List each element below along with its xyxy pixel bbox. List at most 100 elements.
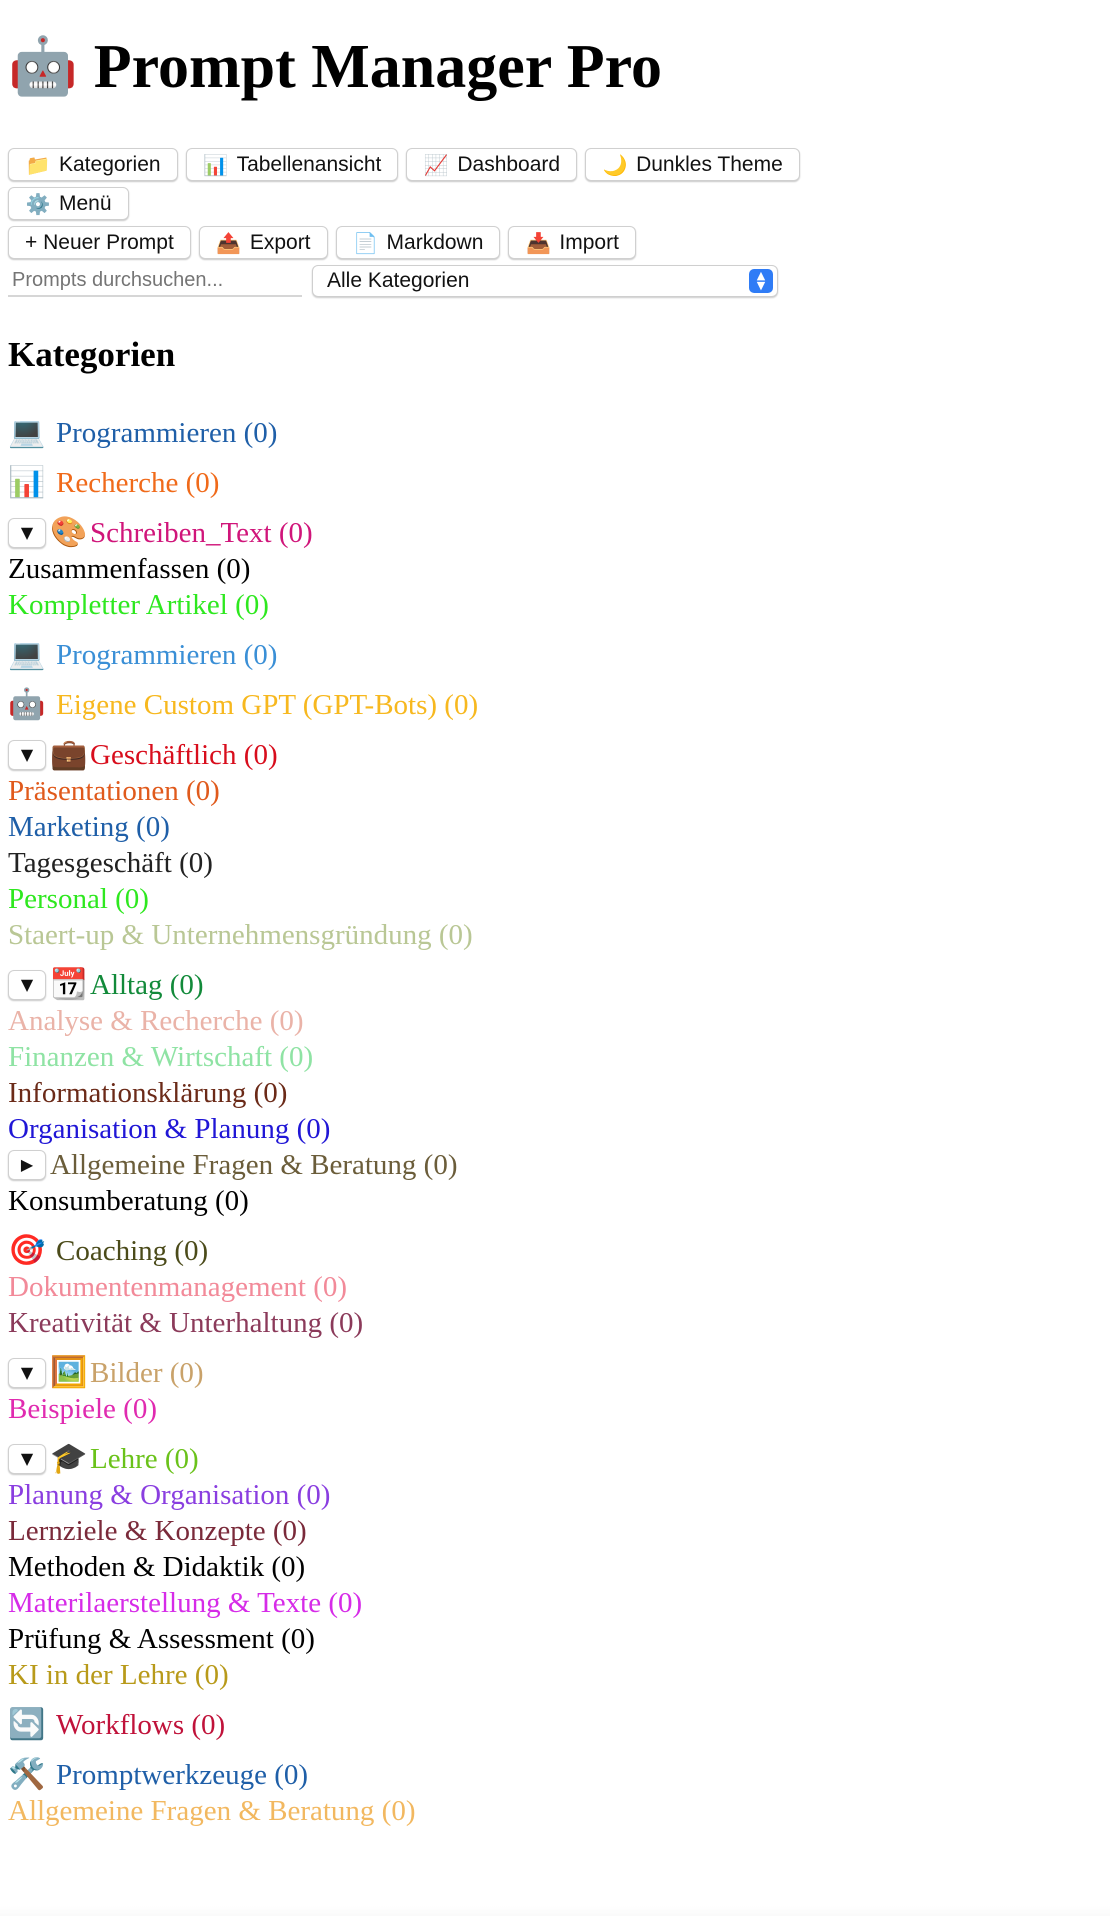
- subcategory-item[interactable]: Beispiele (0): [8, 1391, 1102, 1427]
- category-label: Allgemeine Fragen & Beratung (0): [8, 1795, 416, 1827]
- robot-icon: 🤖: [8, 687, 46, 722]
- bottom-fade: [0, 1906, 1110, 1916]
- table-view-label: Tabellenansicht: [236, 152, 382, 176]
- graduation-cap-icon: 🎓: [50, 1441, 88, 1476]
- gear-icon: ⚙️: [25, 191, 51, 216]
- category-item[interactable]: ▼ 🖼️ Bilder (0): [8, 1355, 1102, 1391]
- subcategory-item[interactable]: Planung & Organisation (0): [8, 1477, 1102, 1513]
- subcategory-item[interactable]: Marketing (0): [8, 809, 1102, 845]
- category-label: Konsumberatung (0): [8, 1185, 249, 1217]
- main-toolbar: 📁 Kategorien 📊 Tabellenansicht 📈 Dashboard 🌙 Du…: [8, 148, 888, 226]
- category-label: Bilder (0): [90, 1357, 204, 1389]
- subcategory-item[interactable]: Kompletter Artikel (0): [8, 587, 1102, 623]
- category-item[interactable]: 🔄 Workflows (0): [8, 1707, 1102, 1743]
- category-item[interactable]: 📊 Recherche (0): [8, 465, 1102, 501]
- subcategory-item[interactable]: Allgemeine Fragen & Beratung (0): [8, 1793, 1102, 1829]
- subcategory-item[interactable]: Präsentationen (0): [8, 773, 1102, 809]
- new-prompt-label: + Neuer Prompt: [25, 230, 174, 254]
- category-label: Planung & Organisation (0): [8, 1479, 331, 1511]
- menu-button[interactable]: ⚙️ Menü: [8, 187, 129, 220]
- category-label: Präsentationen (0): [8, 775, 220, 807]
- category-label: Marketing (0): [8, 811, 170, 843]
- category-label: Programmieren (0): [56, 417, 278, 449]
- subcategory-item[interactable]: Informationsklärung (0): [8, 1075, 1102, 1111]
- category-list: 💻 Programmieren (0) 📊 Recherche (0) ▼ 🎨 Schrei…: [8, 415, 1102, 1829]
- markdown-button[interactable]: 📄 Markdown: [335, 226, 501, 259]
- line-chart-icon: 📈: [423, 152, 449, 177]
- chevron-updown-icon: ▲ ▼: [749, 269, 773, 293]
- subcategory-item[interactable]: Materilaerstellung & Texte (0): [8, 1585, 1102, 1621]
- subcategory-item[interactable]: Dokumentenmanagement (0): [8, 1269, 1102, 1305]
- subcategory-item[interactable]: Analyse & Recherche (0): [8, 1003, 1102, 1039]
- dashboard-label: Dashboard: [457, 152, 561, 176]
- category-item[interactable]: 🛠️ Promptwerkzeuge (0): [8, 1757, 1102, 1793]
- category-select-value: Alle Kategorien: [327, 269, 470, 292]
- categories-label: Kategorien: [59, 152, 161, 176]
- category-label: Alltag (0): [90, 969, 204, 1001]
- subcategory-item[interactable]: Prüfung & Assessment (0): [8, 1621, 1102, 1657]
- categories-heading: Kategorien: [8, 335, 176, 374]
- subcategory-item[interactable]: Zusammenfassen (0): [8, 551, 1102, 587]
- category-label: KI in der Lehre (0): [8, 1659, 229, 1691]
- subcategory-item[interactable]: KI in der Lehre (0): [8, 1657, 1102, 1693]
- category-label: Methoden & Didaktik (0): [8, 1551, 306, 1583]
- subcategory-item[interactable]: Konsumberatung (0): [8, 1183, 1102, 1219]
- subcategory-item[interactable]: Organisation & Planung (0): [8, 1111, 1102, 1147]
- subcategory-item[interactable]: Methoden & Didaktik (0): [8, 1549, 1102, 1585]
- category-label: Materilaerstellung & Texte (0): [8, 1587, 363, 1619]
- category-label: Kompletter Artikel (0): [8, 589, 269, 621]
- category-label: Finanzen & Wirtschaft (0): [8, 1041, 314, 1073]
- dark-theme-label: Dunkles Theme: [636, 152, 783, 176]
- subcategory-item[interactable]: Finanzen & Wirtschaft (0): [8, 1039, 1102, 1075]
- category-label: Allgemeine Fragen & Beratung (0): [50, 1149, 458, 1181]
- collapse-toggle-icon[interactable]: ▼: [8, 740, 46, 770]
- export-button[interactable]: 📤 Export: [198, 226, 328, 259]
- category-label: Dokumentenmanagement (0): [8, 1271, 348, 1303]
- category-item[interactable]: 💻 Programmieren (0): [8, 637, 1102, 673]
- category-item[interactable]: ▼ 💼 Geschäftlich (0): [8, 737, 1102, 773]
- app-title: Prompt Manager Pro: [93, 33, 662, 101]
- category-label: Informationsklärung (0): [8, 1077, 288, 1109]
- search-input[interactable]: [8, 265, 302, 297]
- category-label: Lehre (0): [90, 1443, 199, 1475]
- collapse-toggle-icon[interactable]: ▼: [8, 1358, 46, 1388]
- subcategory-item[interactable]: Lernziele & Konzepte (0): [8, 1513, 1102, 1549]
- category-label: Lernziele & Konzepte (0): [8, 1515, 307, 1547]
- category-item[interactable]: 💻 Programmieren (0): [8, 415, 1102, 451]
- collapse-toggle-icon[interactable]: ▼: [8, 1444, 46, 1474]
- dark-theme-button[interactable]: 🌙 Dunkles Theme: [585, 148, 800, 181]
- collapse-toggle-icon[interactable]: ▼: [8, 518, 46, 548]
- folder-icon: 📁: [25, 152, 51, 177]
- laptop-icon: 💻: [8, 415, 46, 450]
- new-prompt-button[interactable]: + Neuer Prompt: [8, 226, 191, 259]
- category-label: Coaching (0): [56, 1235, 209, 1267]
- subcategory-item[interactable]: ▶ Allgemeine Fragen & Beratung (0): [8, 1147, 1102, 1183]
- bar-chart-icon: 📊: [8, 465, 46, 500]
- document-icon: 📄: [353, 230, 378, 255]
- category-label: Beispiele (0): [8, 1393, 157, 1425]
- category-item[interactable]: ▼ 🎨 Schreiben_Text (0): [8, 515, 1102, 551]
- category-label: Personal (0): [8, 883, 149, 915]
- category-label: Staert-up & Unternehmensgründung (0): [8, 919, 473, 951]
- category-label: Eigene Custom GPT (GPT-Bots) (0): [56, 689, 479, 721]
- collapse-toggle-icon[interactable]: ▼: [8, 970, 46, 1000]
- subcategory-item[interactable]: Tagesgeschäft (0): [8, 845, 1102, 881]
- import-button[interactable]: 📥 Import: [508, 226, 636, 259]
- subcategory-item[interactable]: Kreativität & Unterhaltung (0): [8, 1305, 1102, 1341]
- category-label: Zusammenfassen (0): [8, 553, 251, 585]
- category-item[interactable]: ▼ 🎓 Lehre (0): [8, 1441, 1102, 1477]
- expand-toggle-icon[interactable]: ▶: [8, 1150, 46, 1180]
- category-item[interactable]: 🤖 Eigene Custom GPT (GPT-Bots) (0): [8, 687, 1102, 723]
- category-item[interactable]: 🎯 Coaching (0): [8, 1233, 1102, 1269]
- category-label: Schreiben_Text (0): [90, 517, 313, 549]
- palette-icon: 🎨: [50, 515, 88, 550]
- category-label: Prüfung & Assessment (0): [8, 1623, 315, 1655]
- subcategory-item[interactable]: Personal (0): [8, 881, 1102, 917]
- table-view-button[interactable]: 📊 Tabellenansicht: [185, 148, 399, 181]
- categories-button[interactable]: 📁 Kategorien: [8, 148, 178, 181]
- dashboard-button[interactable]: 📈 Dashboard: [406, 148, 578, 181]
- subcategory-item[interactable]: Staert-up & Unternehmensgründung (0): [8, 917, 1102, 953]
- category-item[interactable]: ▼ 📆 Alltag (0): [8, 967, 1102, 1003]
- action-toolbar: + Neuer Prompt 📤 Export 📄 Markdown 📥 Import: [8, 226, 888, 265]
- category-select[interactable]: Alle Kategorien ▲ ▼: [312, 265, 778, 297]
